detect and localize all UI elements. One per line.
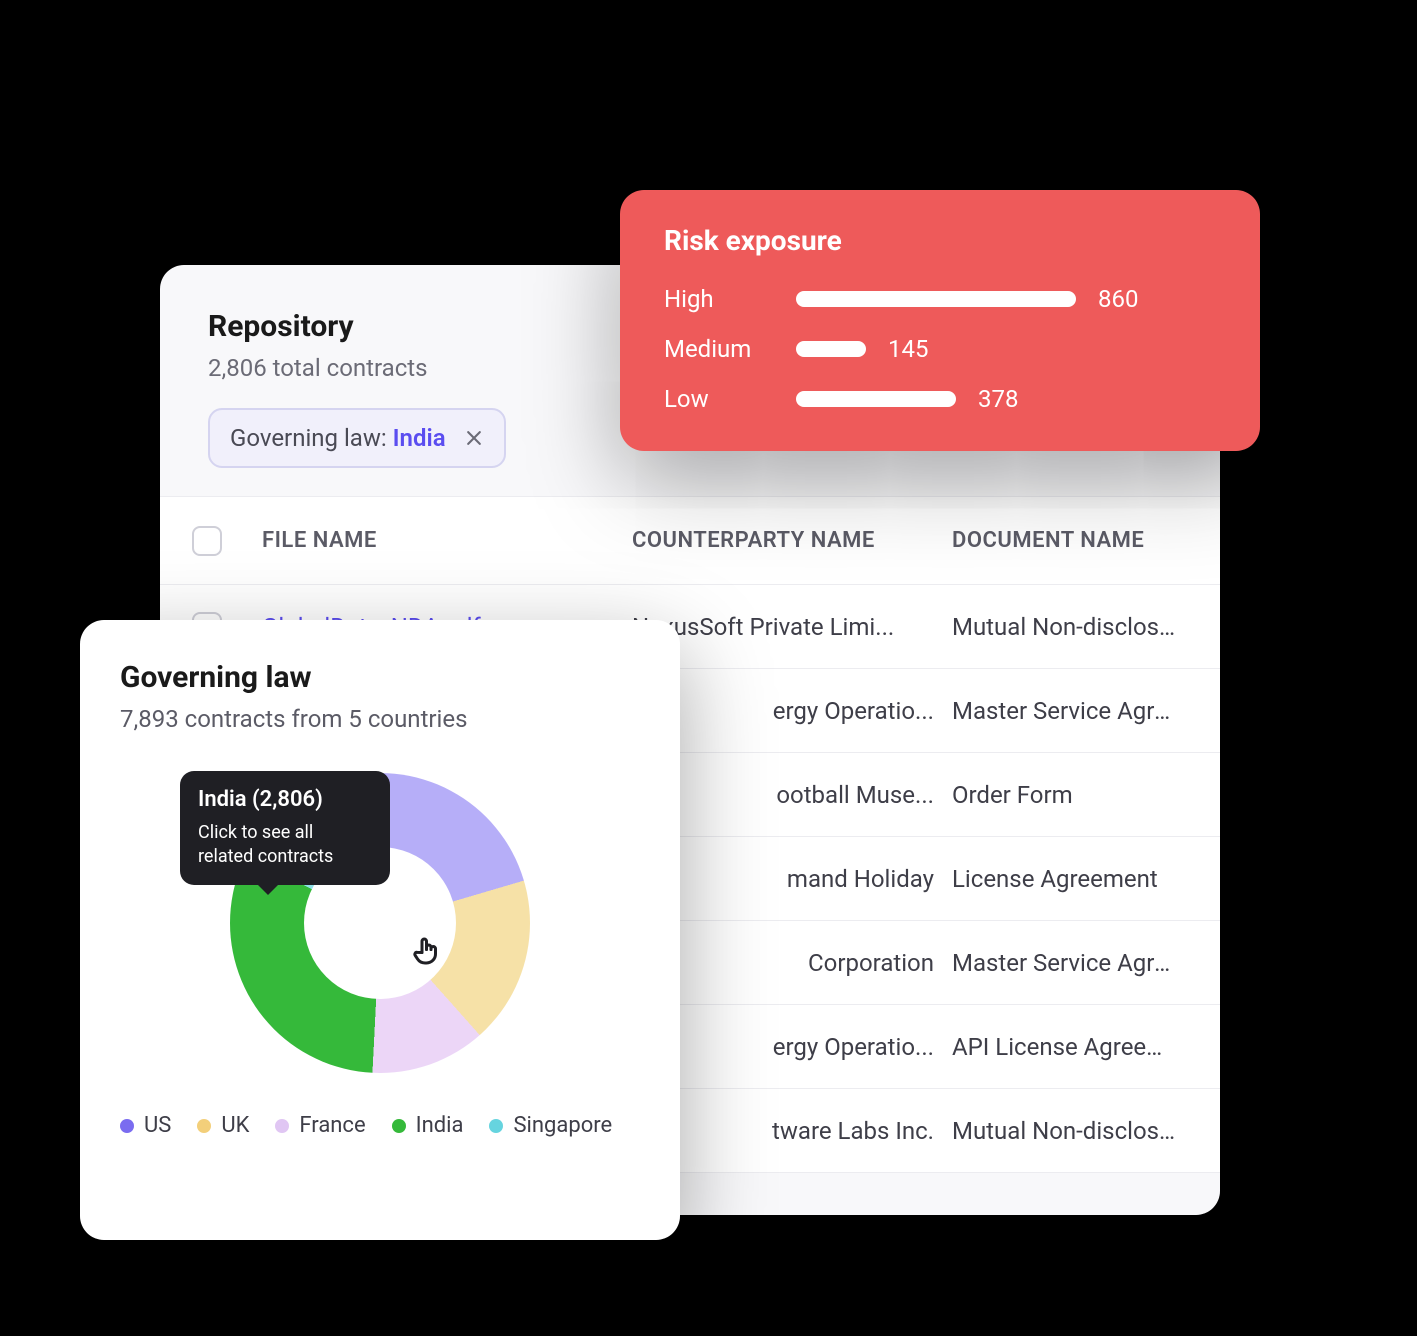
legend-label: US <box>144 1113 171 1138</box>
governing-law-card: Governing law 7,893 contracts from 5 cou… <box>80 620 680 1240</box>
legend-item[interactable]: Singapore <box>489 1113 612 1138</box>
close-icon[interactable] <box>464 428 484 448</box>
legend-item[interactable]: US <box>120 1113 171 1138</box>
column-header-document[interactable]: DOCUMENT NAME <box>952 528 1200 553</box>
risk-row-medium: Medium 145 <box>664 335 1216 363</box>
legend-dot-icon <box>275 1119 289 1133</box>
legend-item[interactable]: UK <box>197 1113 249 1138</box>
risk-value: 860 <box>1098 285 1138 313</box>
legend-label: Singapore <box>513 1113 612 1138</box>
tooltip-body: Click to see all related contracts <box>198 821 372 870</box>
counterparty-cell: ergy Operatio... <box>632 1033 952 1061</box>
counterparty-cell: tware Labs Inc. <box>632 1117 952 1145</box>
legend-item[interactable]: France <box>275 1113 365 1138</box>
tooltip-title: India (2,806) <box>198 785 372 815</box>
risk-row-low: Low 378 <box>664 385 1216 413</box>
legend-dot-icon <box>120 1119 134 1133</box>
legend-item[interactable]: India <box>392 1113 464 1138</box>
document-cell: Master Service Agree... <box>952 697 1200 725</box>
risk-exposure-card: Risk exposure High 860 Medium 145 Low 37… <box>620 190 1260 451</box>
legend-dot-icon <box>392 1119 406 1133</box>
document-cell: License Agreement <box>952 865 1200 893</box>
legend-dot-icon <box>489 1119 503 1133</box>
select-all-checkbox[interactable] <box>192 526 222 556</box>
risk-value: 145 <box>888 335 928 363</box>
counterparty-cell: ootball Muse... <box>632 781 952 809</box>
chart-legend: US UK France India Singapore <box>120 1113 640 1138</box>
filter-chip-governing-law[interactable]: Governing law: India <box>208 408 506 468</box>
legend-label: France <box>299 1113 365 1138</box>
document-cell: Mutual Non-disclosure... <box>952 1117 1200 1145</box>
risk-bar <box>796 391 956 407</box>
risk-bar <box>796 341 866 357</box>
donut-chart-area: India (2,806) Click to see all related c… <box>120 733 640 1113</box>
document-cell: Order Form <box>952 781 1200 809</box>
document-cell: Mutual Non-disclosure... <box>952 613 1200 641</box>
risk-bar <box>796 291 1076 307</box>
column-header-counterparty[interactable]: COUNTERPARTY NAME <box>632 528 952 553</box>
legend-label: India <box>416 1113 464 1138</box>
chart-tooltip: India (2,806) Click to see all related c… <box>180 771 390 885</box>
column-header-file[interactable]: FILE NAME <box>262 528 632 553</box>
risk-label: Medium <box>664 335 774 363</box>
governing-law-subtitle: 7,893 contracts from 5 countries <box>120 705 640 733</box>
risk-row-high: High 860 <box>664 285 1216 313</box>
filter-chip-label: Governing law: India <box>230 424 446 452</box>
governing-law-title: Governing law <box>120 660 640 695</box>
document-cell: Master Service Agree... <box>952 949 1200 977</box>
legend-label: UK <box>221 1113 249 1138</box>
counterparty-cell: ergy Operatio... <box>632 697 952 725</box>
counterparty-cell: Corporation <box>632 949 952 977</box>
risk-title: Risk exposure <box>664 224 1216 257</box>
risk-label: Low <box>664 385 774 413</box>
risk-label: High <box>664 285 774 313</box>
document-cell: API License Agreement <box>952 1033 1200 1061</box>
risk-value: 378 <box>978 385 1018 413</box>
legend-dot-icon <box>197 1119 211 1133</box>
counterparty-cell: NexusSoft Private Limi... <box>632 613 952 641</box>
table-header: FILE NAME COUNTERPARTY NAME DOCUMENT NAM… <box>160 497 1220 585</box>
counterparty-cell: mand Holiday <box>632 865 952 893</box>
pointer-cursor-icon <box>410 933 446 969</box>
